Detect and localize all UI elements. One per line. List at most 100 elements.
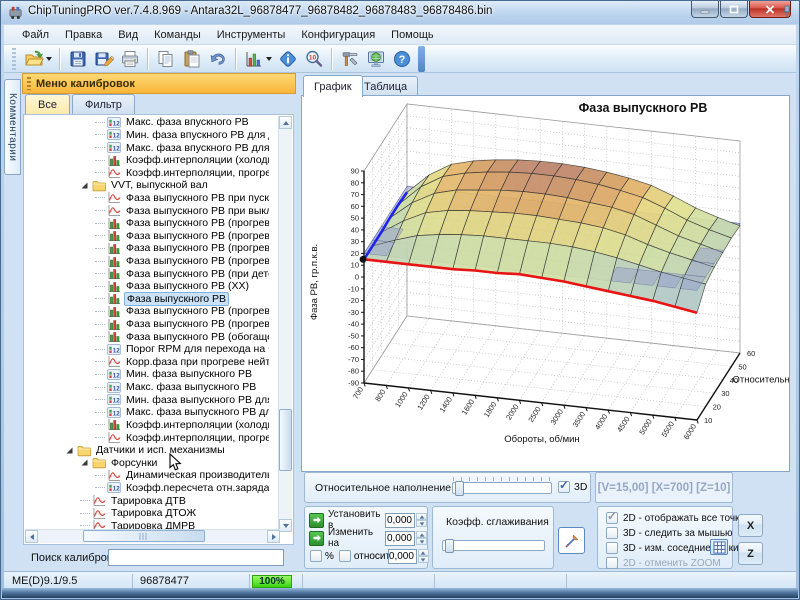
- tab-graph[interactable]: График: [303, 75, 363, 97]
- checkbox-3d[interactable]: ✓: [558, 481, 570, 493]
- tab-filter[interactable]: Фильтр: [72, 94, 135, 114]
- tree-item[interactable]: Коэфф.интерполяции (холодный / горячий ): [24, 154, 269, 167]
- curve-icon: [107, 355, 121, 368]
- x-axis-button[interactable]: X: [738, 514, 763, 537]
- copy-button[interactable]: [153, 46, 179, 72]
- fill-slider[interactable]: [452, 482, 552, 494]
- menu-item-конфигурация[interactable]: Конфигурация: [293, 27, 383, 43]
- tree-folder[interactable]: Датчики и исп. механизмы: [24, 444, 269, 457]
- tab-all[interactable]: Все: [25, 94, 70, 115]
- set-value-spinner[interactable]: [416, 513, 427, 527]
- tree-item[interactable]: Фаза выпускного РВ: [24, 293, 269, 306]
- panel-title: Меню калибровок: [36, 78, 135, 90]
- tree-item[interactable]: 12Порог RPM для перехода на Фазу для реж…: [24, 343, 269, 356]
- change-value-input[interactable]: 0,000: [385, 531, 415, 546]
- tree-folder[interactable]: Форсунки: [24, 456, 269, 469]
- tree-item[interactable]: 12Макс. фаза впускного РВ: [24, 116, 269, 129]
- surface-chart[interactable]: 9080706050403020100-10-20-30-40-50-60-70…: [302, 96, 789, 471]
- relative-value-input[interactable]: 0,000: [388, 549, 417, 564]
- tree-item[interactable]: Фаза выпускного РВ (прогрев нейтрал., ХХ…: [24, 242, 269, 255]
- expand-icon[interactable]: [65, 446, 75, 455]
- scroll-left-button[interactable]: [25, 530, 38, 543]
- change-value-spinner[interactable]: [416, 531, 427, 545]
- print-button[interactable]: [117, 46, 143, 72]
- apply-change-button[interactable]: [309, 531, 324, 546]
- tree-item[interactable]: Фаза выпускного РВ (прогрев нейтрал., ХХ…: [24, 255, 269, 268]
- tree-item[interactable]: Фаза выпускного РВ (прогрев нейтрализато…: [24, 217, 269, 230]
- tree-item[interactable]: 12Коэфф.пересчета отн.заряда в время впр…: [24, 482, 269, 495]
- tab-table[interactable]: Таблица: [353, 76, 418, 97]
- open-button[interactable]: [21, 46, 55, 72]
- expand-icon[interactable]: [80, 181, 90, 190]
- save-as-button[interactable]: [91, 46, 117, 72]
- vertical-scroll-thumb[interactable]: [279, 409, 292, 471]
- tree-item[interactable]: Фаза выпускного РВ (при детонации): [24, 267, 269, 280]
- checkbox[interactable]: ✓: [606, 512, 618, 524]
- edit-curve-button[interactable]: [558, 527, 585, 554]
- checkbox[interactable]: [606, 557, 618, 569]
- tree-item[interactable]: Коэфф.интерполяции, прогрев нейтр. (холо…: [24, 166, 269, 179]
- compare-charts-button[interactable]: [241, 46, 275, 72]
- tree-item[interactable]: Фаза выпускного РВ при пуске: [24, 192, 269, 205]
- z-axis-button[interactable]: Z: [738, 542, 763, 565]
- paste-button[interactable]: [179, 46, 205, 72]
- menu-item-вид[interactable]: Вид: [110, 27, 146, 43]
- checkbox[interactable]: [606, 527, 618, 539]
- checkbox-percent[interactable]: [310, 550, 322, 562]
- expand-icon[interactable]: [80, 458, 90, 467]
- tree-item[interactable]: Коэфф.интерполяции, прогрев нейтр. (холо…: [24, 431, 269, 444]
- tree-item[interactable]: Динамическая производительность: [24, 469, 269, 482]
- scroll-down-button[interactable]: [279, 519, 292, 532]
- tree-item[interactable]: Фаза выпускного РВ (ХХ): [24, 280, 269, 293]
- tools-button[interactable]: [337, 46, 363, 72]
- tree-item[interactable]: Фаза выпускного РВ (обогащение): [24, 330, 269, 343]
- tree-item[interactable]: 12Макс. фаза выпускного РВ для диагности…: [24, 406, 269, 419]
- scroll-right-button[interactable]: [267, 530, 280, 543]
- tree-item[interactable]: Фаза выпускного РВ (прогрев, ХХ): [24, 318, 269, 331]
- tree-item-label: Порог RPM для перехода на Фазу для режим…: [124, 343, 269, 355]
- set-value-input[interactable]: 0,000: [385, 513, 415, 528]
- info-button[interactable]: [275, 46, 301, 72]
- help-button[interactable]: ?: [389, 46, 415, 72]
- tree-item[interactable]: 12Мин. фаза выпускного РВ: [24, 368, 269, 381]
- tree-item[interactable]: Корр.фаза при прогреве нейтрализатора: [24, 356, 269, 369]
- grid-button[interactable]: [710, 539, 728, 555]
- tree-item[interactable]: Фаза выпускного РВ (прогрев): [24, 305, 269, 318]
- zoom-values-button[interactable]: 10: [301, 46, 327, 72]
- apply-set-button[interactable]: [309, 513, 324, 528]
- tree-folder[interactable]: VVT, выпускной вал: [24, 179, 269, 192]
- menu-item-команды[interactable]: Команды: [146, 27, 209, 43]
- horizontal-scroll-thumb[interactable]: [83, 530, 205, 542]
- tree-item[interactable]: Фаза выпускного РВ при выкл.зажигания: [24, 204, 269, 217]
- tree-item[interactable]: 12Мин. фаза выпускного РВ для диагностик…: [24, 393, 269, 406]
- save-button[interactable]: [65, 46, 91, 72]
- tree-item[interactable]: Коэфф.интерполяции (холодный / горячий ): [24, 419, 269, 432]
- smoothing-slider-thumb[interactable]: [445, 539, 454, 553]
- tree-vertical-scrollbar[interactable]: [278, 116, 292, 532]
- checkbox[interactable]: [606, 542, 618, 554]
- tree-horizontal-scrollbar[interactable]: [25, 529, 280, 543]
- tree-item[interactable]: Тарировка ДТВ: [24, 494, 269, 507]
- scroll-up-button[interactable]: [279, 116, 292, 129]
- tree-item[interactable]: Тарировка ДТОЖ: [24, 507, 269, 520]
- undo-button[interactable]: [205, 46, 231, 72]
- tree-item[interactable]: Фаза выпускного РВ (прогрев нейтрал., хо…: [24, 229, 269, 242]
- menu-item-правка[interactable]: Правка: [57, 27, 110, 43]
- tree-item[interactable]: 12Макс. фаза выпускного РВ: [24, 381, 269, 394]
- tree-connector: [95, 475, 105, 476]
- network-button[interactable]: [363, 46, 389, 72]
- tree-item[interactable]: 12Макс. фаза впускного РВ для диагностик…: [24, 141, 269, 154]
- sidebar-tab-comments[interactable]: Комментарии: [4, 79, 21, 175]
- tree-item[interactable]: 12Мин. фаза впускного РВ для диагностики: [24, 129, 269, 142]
- smoothing-slider[interactable]: [442, 540, 545, 551]
- menu-item-файл[interactable]: Файл: [14, 27, 57, 43]
- maximize-button[interactable]: [720, 1, 748, 18]
- minimize-button[interactable]: [691, 1, 719, 18]
- menu-item-инструменты[interactable]: Инструменты: [209, 27, 294, 43]
- menu-item-помощь[interactable]: Помощь: [383, 27, 442, 43]
- pin-icon[interactable]: [781, 5, 793, 18]
- checkbox-relative[interactable]: [339, 550, 351, 562]
- search-input[interactable]: [108, 549, 284, 566]
- relative-value-spinner[interactable]: [418, 549, 429, 563]
- fill-slider-thumb[interactable]: [455, 481, 464, 496]
